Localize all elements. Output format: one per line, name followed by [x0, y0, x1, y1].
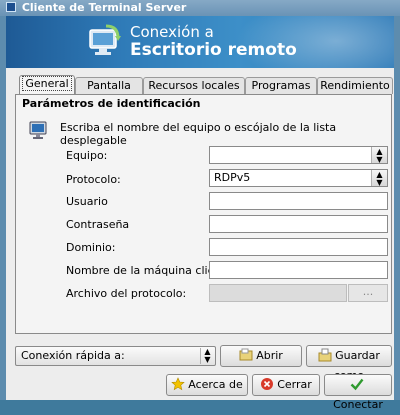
tab-pantalla[interactable]: Pantalla	[75, 77, 143, 94]
tab-programas[interactable]: Programas	[245, 77, 317, 94]
quick-connect-combo[interactable]: Conexión rápida a: ▲ ▼	[15, 346, 216, 366]
dominio-label: Dominio:	[66, 241, 116, 254]
archivo-input	[209, 284, 347, 302]
dominio-input[interactable]	[209, 238, 388, 256]
updown-arrow-icon[interactable]: ▲ ▼	[371, 170, 387, 187]
checkmark-icon	[350, 378, 363, 391]
conectar-button[interactable]: Conectar	[324, 374, 392, 411]
cliente-input[interactable]	[209, 261, 388, 279]
tab-general[interactable]: General	[19, 75, 75, 95]
open-icon	[239, 348, 253, 361]
section-title: Parámetros de identificación	[22, 97, 201, 110]
guardar-como-button[interactable]: Guardar como	[306, 345, 392, 382]
updown-arrow-icon[interactable]: ▲ ▼	[371, 147, 387, 164]
close-icon	[261, 378, 274, 390]
updown-arrow-icon[interactable]: ▲ ▼	[200, 348, 214, 364]
acerca-de-button[interactable]: Acerca de	[166, 374, 248, 396]
tab-rendimiento[interactable]: Rendimiento	[317, 77, 393, 94]
computer-monitor-icon	[29, 121, 47, 139]
contrasena-input[interactable]	[209, 215, 388, 233]
header-banner: Conexión a Escritorio remoto	[6, 16, 394, 68]
equipo-combo[interactable]: ▲ ▼	[209, 146, 388, 164]
usuario-input[interactable]	[209, 192, 388, 210]
instruction-text: Escriba el nombre del equipo o escójalo …	[60, 121, 337, 147]
archivo-label: Archivo del protocolo:	[66, 287, 187, 300]
banner-line2: Escritorio remoto	[130, 40, 297, 60]
save-as-icon	[318, 348, 332, 362]
general-tab-panel: Parámetros de identificación Escriba el …	[15, 94, 392, 334]
usuario-label: Usuario	[66, 195, 108, 208]
window-title: Cliente de Terminal Server	[21, 1, 187, 14]
cerrar-button[interactable]: Cerrar	[252, 374, 320, 396]
terminal-server-window: Cliente de Terminal Server Conexión a Es…	[0, 0, 400, 411]
protocolo-label: Protocolo:	[66, 173, 121, 186]
contrasena-label: Contraseña	[66, 218, 130, 231]
remote-desktop-logo-icon	[89, 24, 121, 55]
app-icon	[6, 2, 16, 12]
title-bar[interactable]: Cliente de Terminal Server	[0, 0, 400, 16]
browse-button[interactable]: ...	[348, 284, 388, 302]
tab-recursos-locales[interactable]: Recursos locales	[143, 77, 245, 94]
equipo-label: Equipo:	[66, 149, 108, 162]
protocolo-combo[interactable]: RDPv5 ▲ ▼	[209, 169, 388, 187]
abrir-button[interactable]: Abrir	[220, 345, 302, 367]
banner-line1: Conexión a	[130, 23, 214, 41]
star-icon	[171, 377, 185, 391]
